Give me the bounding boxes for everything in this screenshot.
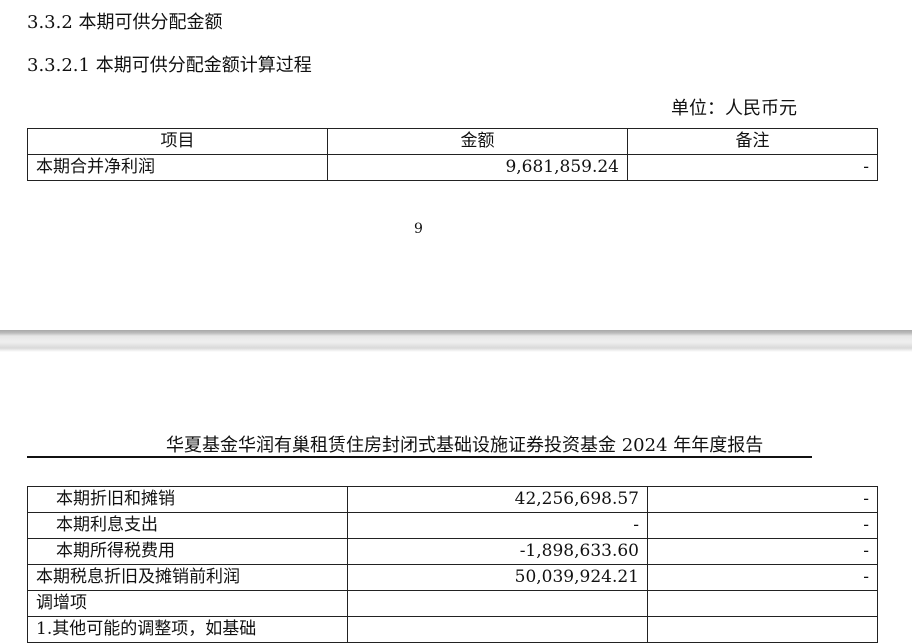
row-remark: - bbox=[647, 486, 878, 513]
table-header-row: 项目 金额 备注 bbox=[27, 128, 878, 155]
row-amount: -1,898,633.60 bbox=[347, 538, 648, 565]
page-number: 9 bbox=[414, 221, 423, 237]
row-amount: 42,256,698.57 bbox=[347, 486, 648, 513]
header-item: 项目 bbox=[27, 128, 328, 155]
row-item: 本期折旧和摊销 bbox=[27, 486, 348, 513]
header-remark: 备注 bbox=[627, 128, 878, 155]
distributable-amount-table-bottom: 本期折旧和摊销 42,256,698.57 - 本期利息支出 - - 本期所得税… bbox=[27, 486, 878, 643]
distributable-amount-table-top: 项目 金额 备注 本期合并净利润 9,681,859.24 - bbox=[27, 128, 878, 181]
section-heading: 3.3.2 本期可供分配金额 bbox=[27, 12, 223, 33]
table-row: 本期所得税费用 -1,898,633.60 - bbox=[27, 538, 878, 565]
header-rule bbox=[27, 456, 812, 458]
page-break-gap bbox=[0, 330, 912, 352]
row-amount: - bbox=[347, 512, 648, 539]
table-row: 本期利息支出 - - bbox=[27, 512, 878, 539]
row-amount: 50,039,924.21 bbox=[347, 564, 648, 591]
section-subheading: 3.3.2.1 本期可供分配金额计算过程 bbox=[27, 55, 312, 76]
row-item: 本期合并净利润 bbox=[27, 154, 328, 181]
row-item: 本期利息支出 bbox=[27, 512, 348, 539]
row-remark bbox=[647, 590, 878, 617]
row-item: 本期税息折旧及摊销前利润 bbox=[27, 564, 348, 591]
row-amount: 9,681,859.24 bbox=[327, 154, 628, 181]
row-item: 调增项 bbox=[27, 590, 348, 617]
table-row: 本期合并净利润 9,681,859.24 - bbox=[27, 154, 878, 181]
row-remark: - bbox=[647, 512, 878, 539]
row-remark: - bbox=[627, 154, 878, 181]
row-remark: - bbox=[647, 564, 878, 591]
table-row: 本期折旧和摊销 42,256,698.57 - bbox=[27, 486, 878, 513]
row-item: 本期所得税费用 bbox=[27, 538, 348, 565]
table-row: 调增项 bbox=[27, 590, 878, 617]
row-amount bbox=[347, 590, 648, 617]
header-amount: 金额 bbox=[327, 128, 628, 155]
report-title: 华夏基金华润有巢租赁住房封闭式基础设施证券投资基金 2024 年年度报告 bbox=[166, 435, 764, 456]
row-remark: - bbox=[647, 538, 878, 565]
table-row: 本期税息折旧及摊销前利润 50,039,924.21 - bbox=[27, 564, 878, 591]
unit-label: 单位：人民币元 bbox=[671, 98, 797, 119]
